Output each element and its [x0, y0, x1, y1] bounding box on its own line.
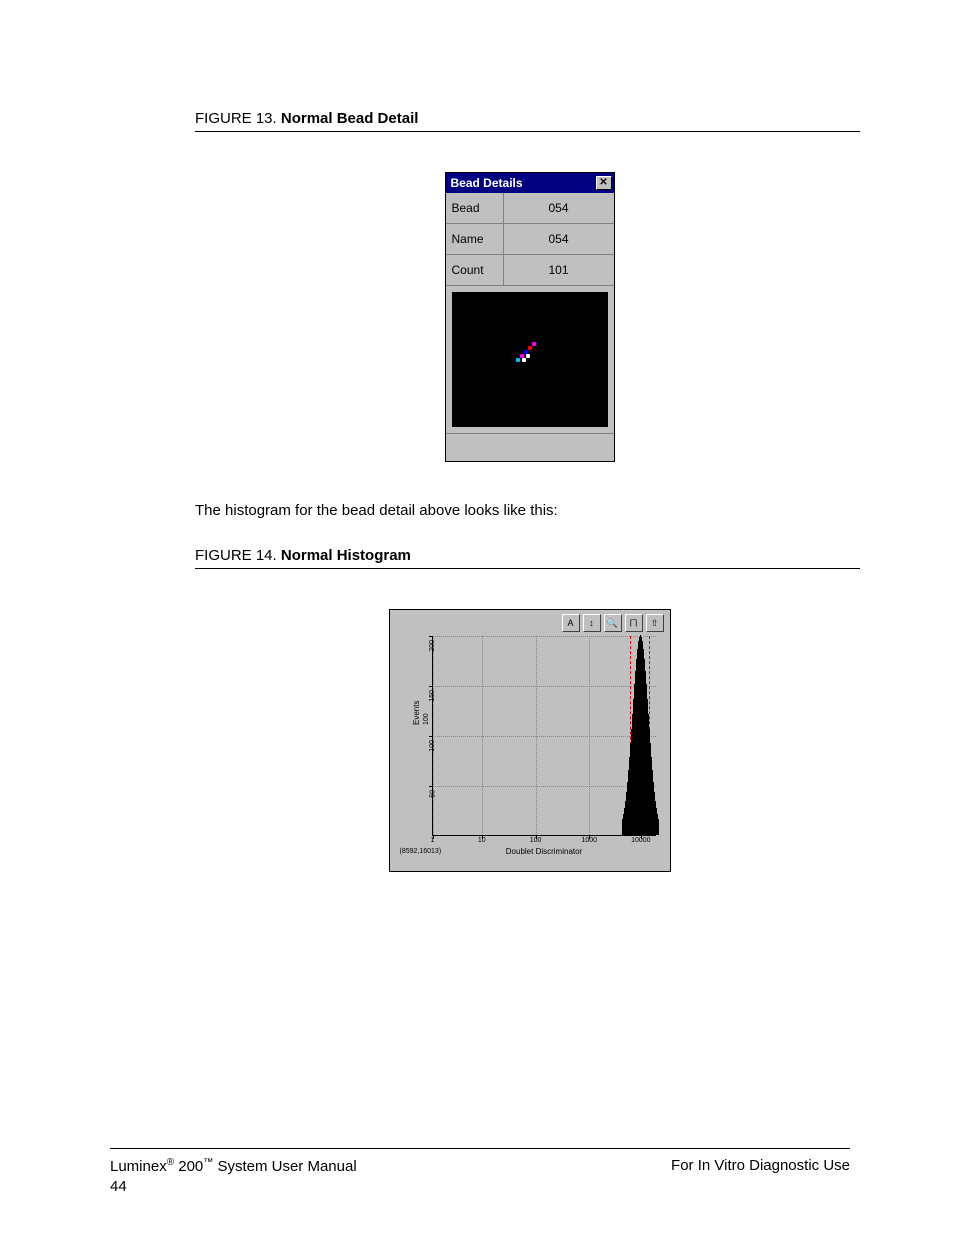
dialog-footer-bar — [446, 433, 614, 461]
page-footer: Luminex® 200™ System User Manual For In … — [110, 1148, 850, 1175]
bead-row-value: 054 — [504, 224, 614, 254]
histogram-plot-area: 11010010001000050100150200Doublet Discri… — [432, 636, 656, 836]
bead-row-label: Count — [446, 255, 504, 285]
figure-14-caption: FIGURE 14. Normal Histogram — [195, 547, 860, 569]
x-axis-label: Doublet Discriminator — [506, 847, 582, 856]
histogram-toolbar-button-1[interactable]: ↕ — [583, 614, 601, 632]
dialog-title: Bead Details — [451, 176, 523, 190]
bead-row-label: Name — [446, 224, 504, 254]
x-tick-label: 10000 — [631, 835, 650, 844]
histogram-toolbar-button-0[interactable]: A — [562, 614, 580, 632]
y-tick-label: 150 — [429, 686, 436, 702]
histogram-bar — [658, 819, 659, 835]
scatter-dot — [522, 358, 526, 362]
bead-row-name: Name 054 — [446, 224, 614, 255]
close-icon[interactable]: ✕ — [596, 176, 612, 190]
figure-13-caption: FIGURE 13. Normal Bead Detail — [195, 110, 860, 132]
body-paragraph: The histogram for the bead detail above … — [195, 502, 860, 519]
figure-14-prefix: FIGURE 14. — [195, 547, 277, 564]
bead-row-count: Count 101 — [446, 255, 614, 286]
scatter-dot — [528, 346, 532, 350]
bead-details-dialog: Bead Details ✕ Bead 054 Name 054 Count 1… — [445, 172, 615, 462]
bead-row-bead: Bead 054 — [446, 193, 614, 224]
histogram-toolbar-button-3[interactable]: ⨅ — [625, 614, 643, 632]
x-tick-label: 10 — [478, 835, 486, 844]
dialog-titlebar[interactable]: Bead Details ✕ — [446, 173, 614, 193]
bead-scatter-plot — [452, 292, 608, 427]
histogram-toolbar-button-4[interactable]: ⇧ — [646, 614, 664, 632]
histogram-toolbar: A↕🔍⨅⇧ — [562, 614, 664, 632]
x-tick-label: 1 — [431, 835, 435, 844]
y-tick-label: 100 — [429, 736, 436, 752]
page-number: 44 — [110, 1178, 127, 1195]
footer-left: Luminex® 200™ System User Manual — [110, 1157, 357, 1175]
x-tick-label: 100 — [530, 835, 542, 844]
figure-13-prefix: FIGURE 13. — [195, 110, 277, 127]
y-tick-label: 200 — [429, 636, 436, 652]
origin-coordinates: (8592,16013) — [400, 848, 442, 855]
y-tick-label: 50 — [429, 786, 436, 798]
histogram-panel: A↕🔍⨅⇧ Events 100 1 10 100 1000 10000 50 100 150… — [389, 609, 671, 872]
x-tick-label: 1000 — [582, 835, 598, 844]
footer-right: For In Vitro Diagnostic Use — [671, 1157, 850, 1175]
figure-13-title: Normal Bead Detail — [281, 110, 419, 127]
histogram-toolbar-button-2[interactable]: 🔍 — [604, 614, 622, 632]
bead-row-value: 054 — [504, 193, 614, 223]
scatter-dot — [526, 354, 530, 358]
bead-row-value: 101 — [504, 255, 614, 285]
scatter-dot — [516, 358, 520, 362]
figure-14-title: Normal Histogram — [281, 547, 411, 564]
y-axis-label: Events 100 — [412, 701, 430, 725]
bead-row-label: Bead — [446, 193, 504, 223]
scatter-dot — [532, 342, 536, 346]
